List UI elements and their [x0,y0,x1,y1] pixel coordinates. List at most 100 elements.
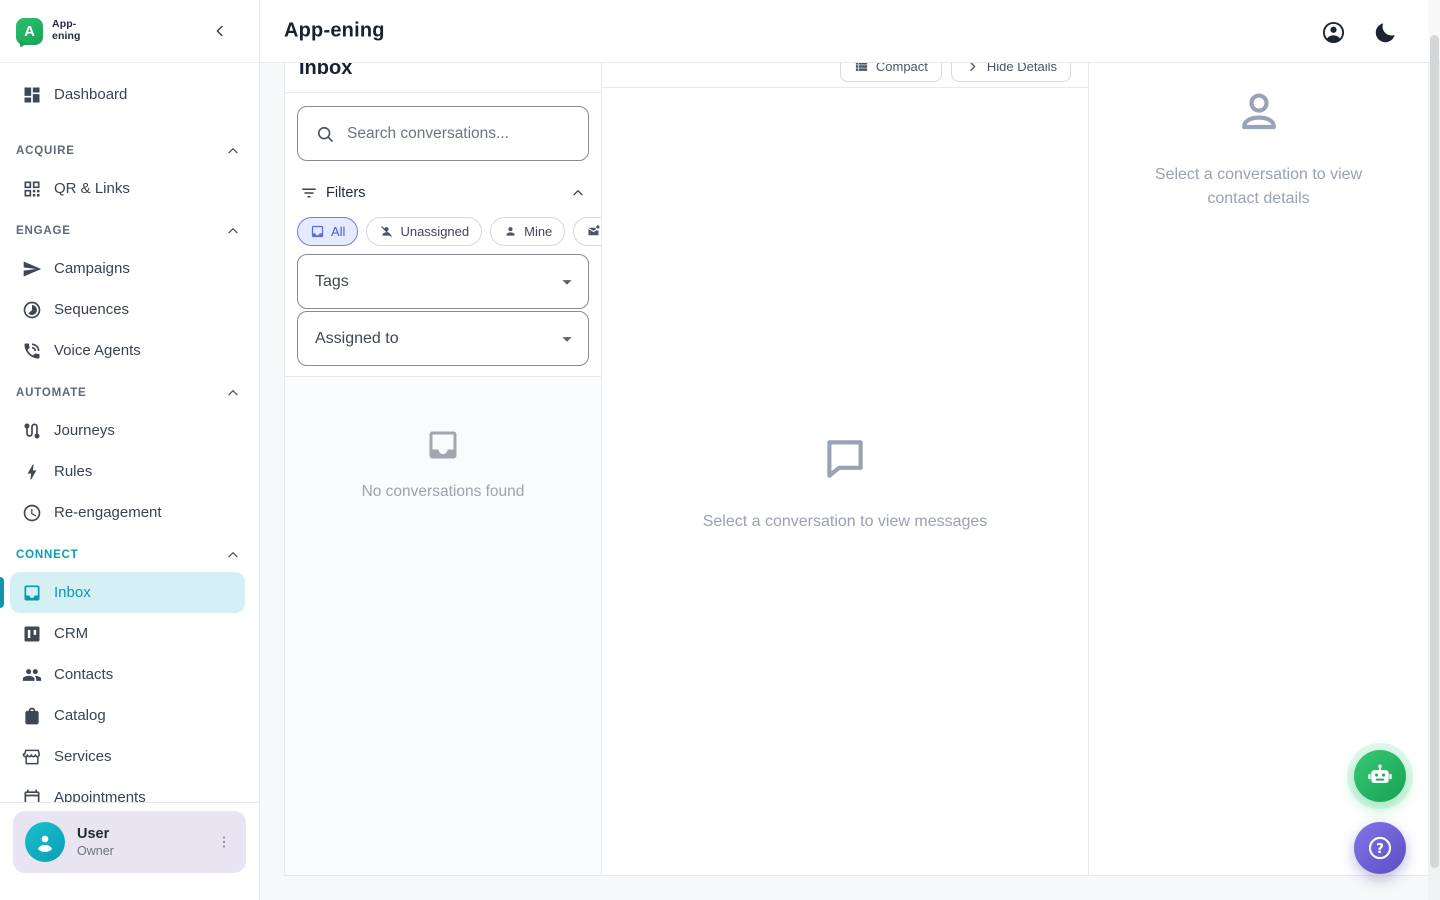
select-conversation-text: Select a conversation to view messages [703,513,988,531]
compact-button-label: Compact [876,63,928,74]
sidebar-collapse-button[interactable] [211,22,229,40]
sidebar-section-automate[interactable]: AUTOMATE [16,385,241,401]
select-contact-text: Select a conversation to view contact de… [1089,163,1428,211]
user-card[interactable]: User Owner [13,811,246,873]
filter-chip-unread[interactable]: Unread [573,217,601,246]
filter-chip-all[interactable]: All [297,217,358,246]
sidebar-item-label: Inbox [54,584,91,601]
app-logo-icon: A [16,18,43,45]
filter-list-icon [300,184,318,202]
hide-details-button[interactable]: Hide Details [951,63,1071,82]
sidebar-item-label: Re-engagement [54,504,162,521]
sidebar-section-connect[interactable]: CONNECT [16,547,241,563]
inbox-icon [310,224,325,239]
sidebar-item-label: Rules [54,463,92,480]
dropdown-caret-icon [556,271,588,293]
main-content: Inbox Filters All Unassigned [260,63,1440,900]
view-list-icon [854,63,869,74]
sidebar-item-label: Sequences [54,301,129,318]
sidebar-item-label: Dashboard [54,86,127,103]
sidebar-item-rules[interactable]: Rules [10,451,245,492]
conversations-panel: Inbox Filters All Unassigned [284,63,602,876]
kanban-icon [22,624,42,644]
user-role: Owner [77,844,212,858]
sidebar-item-re-engagement[interactable]: Re-engagement [10,492,245,533]
send-icon [22,259,42,279]
sidebar-item-label: Voice Agents [54,342,141,359]
person-icon [503,224,518,239]
page-title: App-ening [284,20,385,43]
sidebar-item-qr-links[interactable]: QR & Links [10,168,245,209]
sidebar-item-contacts[interactable]: Contacts [10,654,245,695]
conversations-list: No conversations found [285,376,601,875]
search-icon [315,124,335,144]
sidebar: A App- ening Dashboard ACQUIRE QR & Link… [0,0,260,900]
sidebar-item-journeys[interactable]: Journeys [10,410,245,451]
inbox-icon [22,583,42,603]
chevron-up-icon [570,185,586,201]
sidebar-item-label: Appointments [54,789,146,802]
clock-icon [22,503,42,523]
sidebar-item-services[interactable]: Services [10,736,245,777]
tags-select-label: Tags [315,273,556,291]
logo-letter: A [24,23,35,40]
logo-line-2: ening [52,31,81,43]
user-meta: User Owner [77,826,212,858]
sidebar-item-appointments[interactable]: Appointments [10,777,245,802]
user-menu-kebab-icon[interactable] [212,830,236,854]
sidebar-item-inbox[interactable]: Inbox [10,572,245,613]
sidebar-item-catalog[interactable]: Catalog [10,695,245,736]
compact-button[interactable]: Compact [840,63,942,82]
conversations-panel-header: Inbox [285,63,601,93]
chevron-left-icon [211,22,229,40]
timelapse-icon [22,300,42,320]
user-name: User [77,826,212,842]
sidebar-item-campaigns[interactable]: Campaigns [10,248,245,289]
chevron-right-icon [965,63,980,74]
sidebar-item-sequences[interactable]: Sequences [10,289,245,330]
search-input[interactable] [347,125,588,143]
no-conversations-text: No conversations found [285,483,601,501]
sidebar-item-crm[interactable]: CRM [10,613,245,654]
tags-select[interactable]: Tags [297,254,589,309]
filter-chip-unassigned[interactable]: Unassigned [366,217,482,246]
section-label: ENGAGE [16,225,71,237]
help-icon: ? [1366,834,1394,862]
mail-unread-icon [586,224,601,239]
route-icon [22,421,42,441]
sidebar-item-dashboard[interactable]: Dashboard [10,74,245,115]
section-label: AUTOMATE [16,387,87,399]
assigned-to-select[interactable]: Assigned to [297,311,589,366]
messages-empty-state: Select a conversation to view messages [602,88,1088,875]
chevron-up-icon [225,547,241,563]
calendar-icon [22,788,42,803]
sidebar-footer: User Owner [0,802,259,900]
filters-header[interactable]: Filters [285,182,601,204]
sidebar-item-voice-agents[interactable]: Voice Agents [10,330,245,371]
people-icon [22,665,42,685]
sidebar-item-label: Contacts [54,666,113,683]
filters-label: Filters [326,185,365,201]
robot-icon [1366,762,1394,790]
filter-chip-mine[interactable]: Mine [490,217,565,246]
sidebar-item-label: CRM [54,625,88,642]
ai-assistant-fab[interactable] [1354,750,1406,802]
account-circle-icon[interactable] [1321,19,1347,45]
sidebar-section-engage[interactable]: ENGAGE [16,223,241,239]
hide-details-button-label: Hide Details [987,63,1057,74]
sidebar-section-acquire[interactable]: ACQUIRE [16,143,241,159]
search-conversations-box [297,106,589,161]
chevron-up-icon [225,223,241,239]
scrollbar-thumb[interactable] [1430,35,1439,868]
help-fab[interactable]: ? [1354,822,1406,874]
dashboard-icon [22,85,42,105]
chat-bubble-icon [820,433,870,483]
select-contact-line-2: contact details [1089,187,1428,211]
section-label: ACQUIRE [16,145,75,157]
svg-text:?: ? [1376,842,1384,857]
user-avatar [25,822,65,862]
sidebar-item-label: Campaigns [54,260,130,277]
dark-mode-moon-icon[interactable] [1373,19,1399,45]
assigned-select-label: Assigned to [315,330,556,348]
chip-label: Mine [524,224,552,239]
